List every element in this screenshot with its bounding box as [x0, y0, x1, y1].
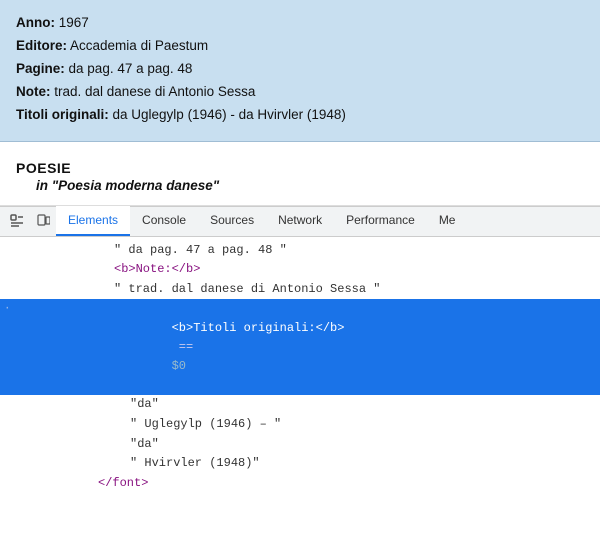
editore-line: Editore: Accademia di Paestum — [16, 35, 584, 58]
poesie-title: POESIE — [16, 160, 584, 176]
subtitle: in "Poesia moderna danese" — [16, 178, 584, 193]
tab-performance[interactable]: Performance — [334, 206, 427, 236]
note-line: Note: trad. dal danese di Antonio Sessa — [16, 81, 584, 104]
note-label: Note: — [16, 84, 51, 99]
pagine-value: da pag. 47 a pag. 48 — [69, 61, 193, 76]
pagine-label: Pagine: — [16, 61, 65, 76]
tab-more[interactable]: Me — [427, 206, 468, 236]
tab-sources[interactable]: Sources — [198, 206, 266, 236]
tab-network[interactable]: Network — [266, 206, 334, 236]
tab-console[interactable]: Console — [130, 206, 198, 236]
inspect-icon[interactable] — [4, 208, 30, 234]
code-line-6: " Uglegylp (1946) – " — [0, 415, 600, 435]
tab-elements[interactable]: Elements — [56, 206, 130, 236]
editore-value: Accademia di Paestum — [70, 38, 208, 53]
titoli-line: Titoli originali: da Uglegylp (1946) - d… — [16, 104, 584, 127]
anno-value: 1967 — [59, 15, 89, 30]
code-line-9: </font> — [0, 474, 600, 486]
code-line-3: " trad. dal danese di Antonio Sessa " — [0, 280, 600, 300]
editore-label: Editore: — [16, 38, 67, 53]
titoli-label: Titoli originali: — [16, 107, 109, 122]
line-dot: · — [0, 301, 14, 319]
code-panel[interactable]: " da pag. 47 a pag. 48 " <b>Note:</b> " … — [0, 237, 600, 486]
code-line-1: " da pag. 47 a pag. 48 " — [0, 241, 600, 261]
code-line-4[interactable]: · <b>Titoli originali:</b> == $0 — [0, 299, 600, 395]
anno-line: Anno: 1967 — [16, 12, 584, 35]
code-line-7: "da" — [0, 435, 600, 455]
info-box: Anno: 1967 Editore: Accademia di Paestum… — [0, 0, 600, 142]
device-icon[interactable] — [30, 208, 56, 234]
devtools-panel: Elements Console Sources Network Perform… — [0, 206, 600, 486]
note-value: trad. dal danese di Antonio Sessa — [54, 84, 255, 99]
devtools-tabbar: Elements Console Sources Network Perform… — [0, 207, 600, 237]
titoli-value: da Uglegylp (1946) - da Hvirvler (1948) — [113, 107, 346, 122]
pagine-line: Pagine: da pag. 47 a pag. 48 — [16, 58, 584, 81]
anno-label: Anno: — [16, 15, 55, 30]
code-line-8: " Hvirvler (1948)" — [0, 454, 600, 474]
code-line-2: <b>Note:</b> — [0, 260, 600, 280]
code-line-5: "da" — [0, 395, 600, 415]
page-content: POESIE in "Poesia moderna danese" — [0, 142, 600, 206]
